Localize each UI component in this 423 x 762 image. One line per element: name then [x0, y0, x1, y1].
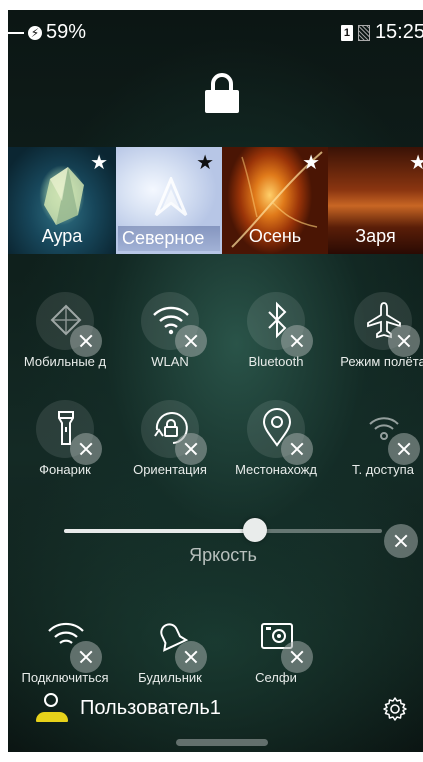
settings-gear-icon[interactable]	[382, 696, 408, 722]
crystal-shape-icon	[44, 167, 84, 225]
home-indicator[interactable]	[176, 739, 268, 746]
wallpaper-osen[interactable]: ★ Осень	[222, 147, 328, 254]
tile-location[interactable]: Местонахожд	[221, 400, 331, 496]
wallpaper-label: Северное	[118, 226, 220, 251]
brightness-label: Яркость	[189, 545, 257, 565]
tile-label: Будильник	[138, 670, 202, 685]
no-signal-icon	[357, 24, 370, 41]
favorite-star-icon[interactable]: ★	[409, 153, 423, 173]
favorite-star-icon[interactable]: ★	[90, 153, 108, 173]
tile-label: WLAN	[151, 354, 189, 369]
wallpaper-label: Осень	[248, 226, 302, 246]
aurora-shape-icon	[154, 177, 188, 217]
tile-label: Местонахожд	[235, 462, 317, 477]
tile-mobile-data[interactable]: Мобильные д	[10, 292, 120, 388]
tile-label: Режим полёта	[340, 354, 423, 369]
tile-label: Ориентация	[133, 462, 207, 477]
favorite-star-icon[interactable]: ★	[302, 153, 320, 173]
clock: 15:25	[374, 21, 423, 43]
remove-tile-button[interactable]	[281, 641, 313, 673]
remove-tile-button[interactable]	[281, 433, 313, 465]
charging-bolt-icon: ⚡	[28, 25, 42, 40]
tile-connect[interactable]: Подключиться	[10, 608, 120, 704]
wallpaper-strip: ★ Аура ★ Северное ★ Осень ★ Заря	[8, 147, 423, 254]
lockscreen-quick-settings: ⚡ 59% 1 15:25 ★ Аура ★ Северное ★ Осень …	[8, 10, 423, 752]
remove-tile-button[interactable]	[175, 325, 207, 357]
remove-tile-button[interactable]	[388, 433, 420, 465]
battery-indicator: ⚡ 59%	[8, 21, 86, 44]
tile-alarm[interactable]: Будильник	[115, 608, 225, 704]
remove-tile-button[interactable]	[281, 325, 313, 357]
remove-tile-button[interactable]	[175, 433, 207, 465]
tile-orientation[interactable]: Ориентация	[115, 400, 225, 496]
tile-hotspot[interactable]: Т. доступа	[328, 400, 423, 496]
brightness-slider-track[interactable]	[64, 529, 382, 533]
tile-label: Т. доступа	[352, 462, 414, 477]
remove-brightness-button[interactable]	[384, 524, 418, 558]
user-name: Пользователь1	[80, 696, 221, 719]
brightness-slider-fill	[64, 529, 255, 533]
remove-tile-button[interactable]	[388, 325, 420, 357]
battery-percent: 59%	[46, 21, 87, 43]
charging-cable-icon	[8, 31, 24, 34]
tile-selfie[interactable]: Селфи	[221, 608, 331, 704]
remove-tile-button[interactable]	[70, 325, 102, 357]
tile-airplane-mode[interactable]: Режим полёта	[328, 292, 423, 388]
remove-tile-button[interactable]	[70, 433, 102, 465]
favorite-star-icon[interactable]: ★	[196, 153, 214, 173]
tile-label: Селфи	[255, 670, 297, 685]
sim-card-icon: 1	[340, 24, 353, 41]
tile-wlan[interactable]: WLAN	[115, 292, 225, 388]
wallpaper-label: Заря	[355, 226, 396, 246]
wallpaper-label: Аура	[41, 226, 83, 246]
remove-tile-button[interactable]	[175, 641, 207, 673]
tile-label: Bluetooth	[248, 354, 304, 369]
tile-flashlight[interactable]: Фонарик	[10, 400, 120, 496]
lock-icon[interactable]	[204, 73, 240, 113]
wallpaper-aura[interactable]: ★ Аура	[8, 147, 116, 254]
wallpaper-zarya[interactable]: ★ Заря	[328, 147, 423, 254]
status-right: 1 15:25	[340, 21, 423, 44]
status-bar: ⚡ 59% 1 15:25	[8, 10, 423, 50]
wallpaper-severnoe[interactable]: ★ Северное	[116, 147, 222, 254]
user-switcher[interactable]: Пользователь1	[36, 693, 221, 723]
tile-bluetooth[interactable]: Bluetooth	[221, 292, 331, 388]
user-avatar-icon	[36, 693, 68, 723]
brightness-slider-thumb[interactable]	[242, 518, 267, 542]
remove-tile-button[interactable]	[70, 641, 102, 673]
